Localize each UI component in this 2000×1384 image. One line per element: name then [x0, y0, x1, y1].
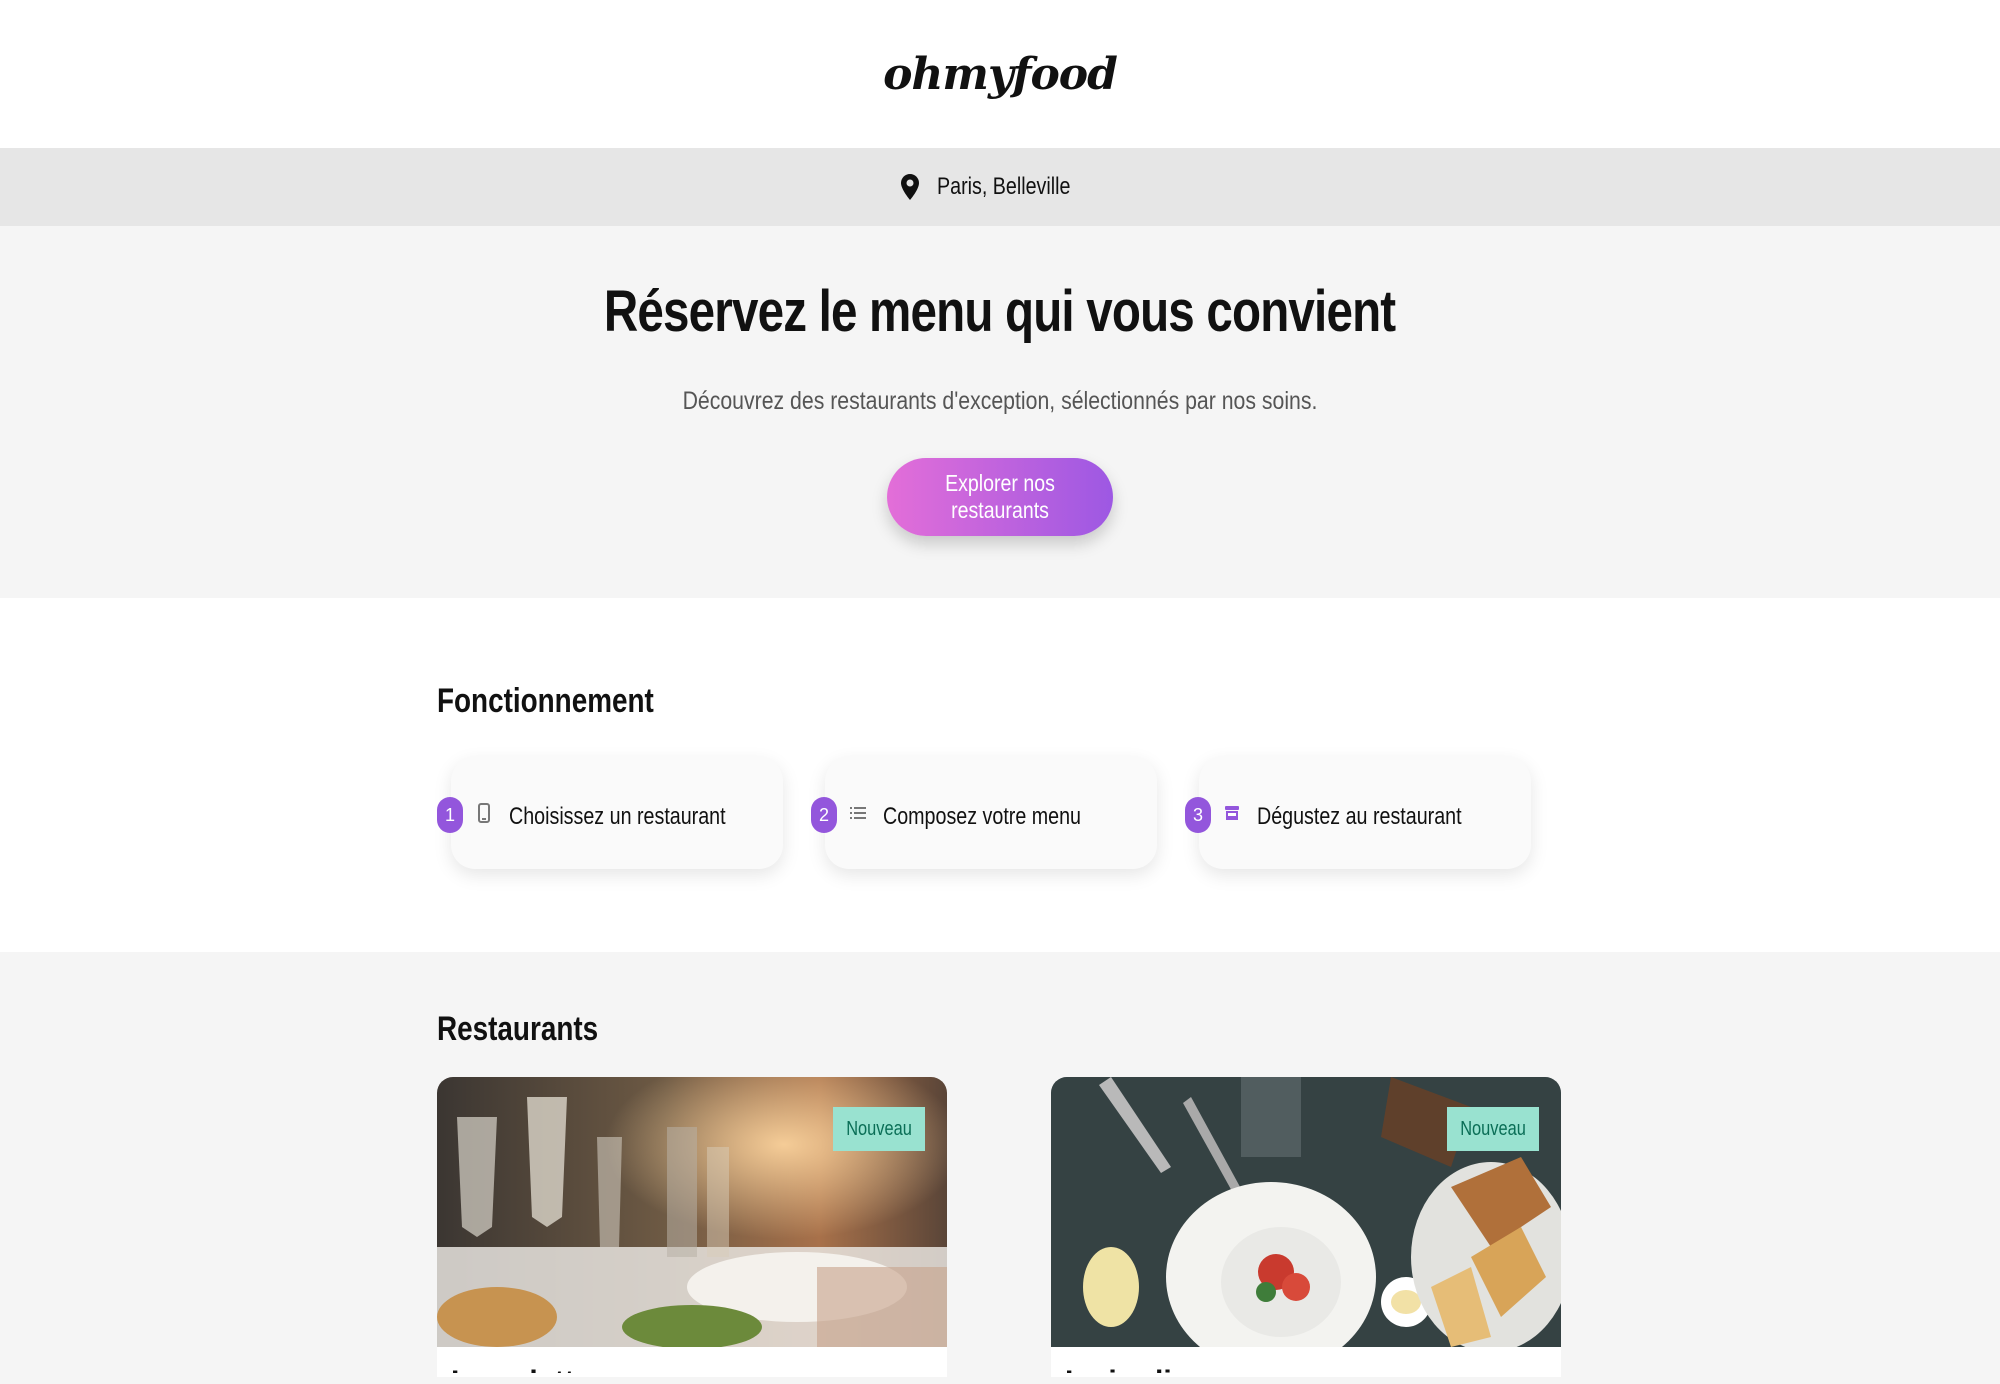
site-logo[interactable]: ohmyfood	[883, 49, 1118, 100]
new-badge-label: Nouveau	[846, 1117, 912, 1140]
restaurants-title: Restaurants	[437, 1010, 599, 1048]
restaurant-name-clip: La palette du goût	[451, 1359, 631, 1373]
step-item: 1 Choisissez un restaurant	[437, 757, 783, 869]
hero-section: Réservez le menu qui vous convient Décou…	[0, 226, 2000, 598]
restaurant-name: La palette du goût	[451, 1365, 591, 1373]
step-label: Dégustez au restaurant	[1257, 803, 1462, 830]
step-number: 3	[1185, 797, 1211, 833]
step-item: 3 Dégustez au restaurant	[1185, 757, 1531, 869]
store-icon	[1223, 803, 1241, 823]
phone-icon	[475, 803, 493, 823]
list-icon	[849, 803, 867, 823]
new-badge-label: Nouveau	[1460, 1117, 1526, 1140]
how-it-works-section: Fonctionnement 1 Choisissez un restauran…	[0, 598, 2000, 952]
restaurant-card[interactable]: Nouveau La palette du goût	[437, 1077, 947, 1377]
restaurant-name-clip: Le jardin des délices	[1065, 1359, 1245, 1373]
step-item: 2 Composez votre menu	[811, 757, 1157, 869]
map-pin-icon	[900, 174, 919, 200]
new-badge: Nouveau	[1447, 1107, 1539, 1151]
step-number: 1	[437, 797, 463, 833]
step-label: Composez votre menu	[883, 803, 1081, 830]
explore-restaurants-label: Explorer nos restaurants	[945, 470, 1055, 523]
location-bar: Paris, Belleville	[0, 148, 2000, 226]
restaurant-name: Le jardin des délices	[1065, 1365, 1227, 1373]
step-label: Choisissez un restaurant	[509, 803, 726, 830]
restaurant-photo: Nouveau	[437, 1077, 947, 1347]
step-number: 2	[811, 797, 837, 833]
how-it-works-title: Fonctionnement	[437, 682, 654, 720]
restaurant-photo: Nouveau	[1051, 1077, 1561, 1347]
hero-title: Réservez le menu qui vous convient	[604, 279, 1396, 344]
restaurants-section: Restaurants Nouveau Nouveau	[0, 952, 2000, 1384]
site-header: ohmyfood	[0, 0, 2000, 148]
location-text: Paris, Belleville	[936, 173, 1071, 200]
hero-subtitle: Découvrez des restaurants d'exception, s…	[682, 387, 1318, 415]
explore-restaurants-button[interactable]: Explorer nos restaurants	[887, 458, 1113, 536]
new-badge: Nouveau	[833, 1107, 925, 1151]
restaurant-card[interactable]: Nouveau Le jardin des délices	[1051, 1077, 1561, 1377]
steps-list: 1 Choisissez un restaurant 2 Composez vo…	[437, 757, 2000, 869]
restaurant-cards: Nouveau La palette du goût	[437, 1077, 2000, 1377]
